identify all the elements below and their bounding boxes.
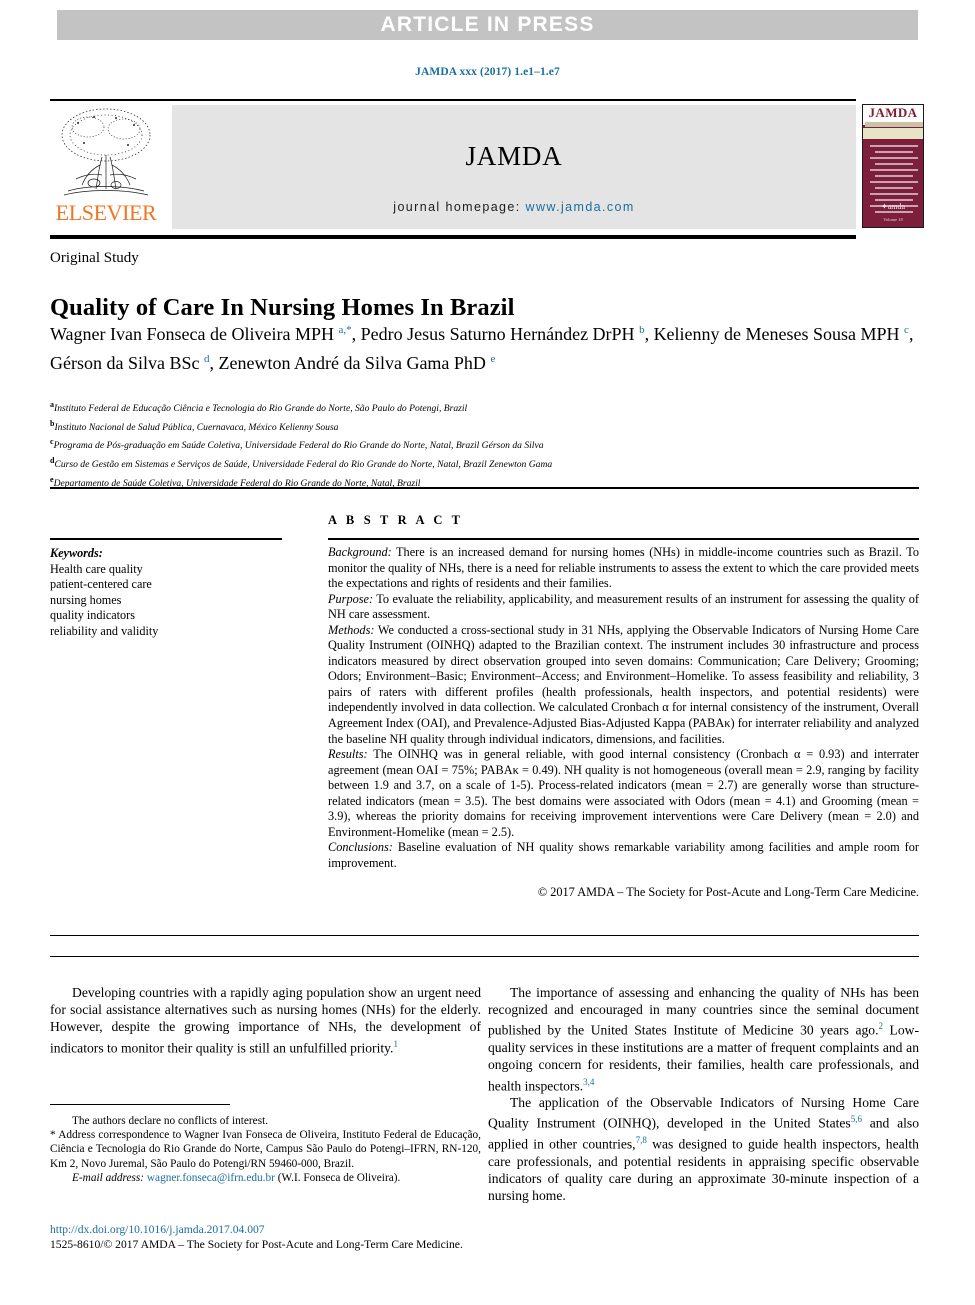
abstract-section-text: To evaluate the reliability, applicabili…: [328, 591, 919, 622]
abstract-heading: A B S T R A C T: [328, 513, 464, 527]
email-note: E-mail address: wagner.fonseca@ifrn.edu.…: [50, 1171, 481, 1185]
conflict-of-interest-note: The authors declare no conflicts of inte…: [72, 1115, 269, 1127]
affiliation-list: aInstituto Federal de Educação Ciência e…: [50, 398, 930, 491]
body-paragraph: The importance of assessing and enhancin…: [488, 985, 920, 1094]
keywords-block: Keywords: Health care quality patient-cen…: [50, 546, 285, 640]
abstract-section-label: Purpose:: [328, 591, 374, 606]
masthead-top-rule: [50, 99, 856, 101]
abstract-section-label: Results:: [328, 747, 368, 762]
cover-color-band: [863, 128, 923, 139]
author-list: Wagner Ivan Fonseca de Oliveira MPH a,*,…: [50, 324, 914, 373]
affiliation-item: bInstituto Nacional de Salud Pública, Cu…: [50, 418, 339, 433]
cover-subtitle-bar: [865, 122, 923, 127]
keyword-item: nursing homes: [50, 592, 122, 607]
abstract-section: Conclusions: Baseline evaluation of NH q…: [328, 840, 919, 871]
doi-block: http://dx.doi.org/10.1016/j.jamda.2017.0…: [50, 1222, 520, 1252]
abstract-bottom-rule: [50, 935, 919, 936]
affiliation-item: cPrograma de Pós-graduação em Saúde Cole…: [50, 437, 544, 452]
keyword-item: Health care quality: [50, 561, 143, 576]
affiliation-item: dCurso de Gestão em Sistemas e Serviços …: [50, 456, 553, 471]
reference-marker[interactable]: 1: [393, 1039, 398, 1049]
abstract-section-text: We conducted a cross-sectional study in …: [328, 622, 919, 746]
issn-copyright-line: 1525-8610/© 2017 AMDA – The Society for …: [50, 1238, 463, 1251]
affiliation-text: Instituto Nacional de Salud Pública, Cue…: [54, 421, 339, 433]
affiliation-item: aInstituto Federal de Educação Ciência e…: [50, 400, 468, 415]
email-label: E-mail address:: [72, 1171, 145, 1184]
correspondence-note: * Address correspondence to Wagner Ivan …: [50, 1128, 481, 1171]
abstract-section-text: The OINHQ was in general reliable, with …: [328, 747, 919, 839]
abstract-section: Background: There is an increased demand…: [328, 545, 919, 592]
keyword-item: quality indicators: [50, 608, 135, 623]
abstract-section-text: Baseline evaluation of NH quality shows …: [328, 840, 919, 870]
affiliation-bottom-rule: [50, 487, 919, 489]
body-paragraph: The application of the Observable Indica…: [488, 1095, 920, 1204]
abstract-copyright: © 2017 AMDA – The Society for Post-Acute…: [537, 885, 919, 900]
abstract-section: Results: The OINHQ was in general reliab…: [328, 747, 919, 840]
abstract-section-label: Conclusions:: [328, 840, 393, 855]
keyword-item: reliability and validity: [50, 623, 159, 638]
keywords-top-rule: [50, 538, 282, 540]
abstract-section-text: There is an increased demand for nursing…: [328, 545, 919, 591]
journal-cover-thumbnail: JAMDA ✦amda Volume 18: [862, 104, 924, 228]
abstract-body: Background: There is an increased demand…: [328, 545, 919, 901]
doi-link[interactable]: http://dx.doi.org/10.1016/j.jamda.2017.0…: [50, 1222, 520, 1237]
cover-amda-logo: ✦amda: [880, 202, 906, 211]
journal-name: JAMDA: [465, 141, 563, 171]
abstract-section-label: Methods:: [328, 622, 375, 637]
abstract-top-rule: [328, 538, 919, 540]
elsevier-logo: ELSEVIER: [50, 105, 162, 229]
abstract-section-label: Background:: [328, 545, 392, 559]
abstract-section: Purpose: To evaluate the reliability, ap…: [328, 592, 919, 623]
journal-homepage-label: journal homepage:: [393, 200, 521, 214]
elsevier-tree-icon: [61, 108, 151, 196]
abstract-bottom-rule-2: [50, 956, 919, 957]
keyword-item: patient-centered care: [50, 577, 152, 592]
body-column-right: The importance of assessing and enhancin…: [488, 984, 919, 1205]
cover-volume-label: Volume 18: [883, 217, 903, 222]
affiliation-text: Curso de Gestão em Sistemas e Serviços d…: [54, 459, 553, 471]
cover-journal-title: JAMDA: [868, 105, 918, 120]
journal-citation-line: JAMDA xxx (2017) 1.e1–1.e7: [415, 66, 560, 78]
reference-marker[interactable]: 2: [879, 1021, 884, 1031]
masthead-bottom-rule: [50, 235, 856, 239]
footnote-block: The authors declare no conflicts of inte…: [50, 1114, 481, 1185]
keywords-items: Health care quality patient-centered care…: [50, 562, 285, 640]
article-section-label: Original Study: [50, 250, 139, 266]
reference-marker[interactable]: 5,6: [851, 1114, 862, 1124]
journal-homepage-line: journal homepage: www.jamda.com: [172, 200, 856, 214]
article-in-press-label: ARTICLE IN PRESS: [380, 13, 595, 36]
keywords-heading: Keywords:: [50, 546, 103, 560]
cover-header-strip: JAMDA: [863, 105, 923, 127]
affiliation-text: Programa de Pós-graduação em Saúde Colet…: [53, 440, 544, 452]
affiliation-text: Instituto Federal de Educação Ciência e …: [54, 403, 468, 415]
correspondence-text: Address correspondence to Wagner Ivan Fo…: [50, 1129, 481, 1170]
article-in-press-banner: ARTICLE IN PRESS: [57, 10, 918, 40]
abstract-section: Methods: We conducted a cross-sectional …: [328, 623, 919, 747]
footnote-rule: [50, 1104, 230, 1105]
body-paragraph: Developing countries with a rapidly agin…: [50, 985, 481, 1056]
body-column-left: Developing countries with a rapidly agin…: [50, 984, 481, 1056]
journal-masthead: ELSEVIER JAMDA journal homepage: www.jam…: [50, 103, 856, 231]
reference-marker[interactable]: 7,8: [636, 1135, 647, 1145]
journal-title-band: JAMDA journal homepage: www.jamda.com: [172, 105, 856, 229]
email-owner: (W.I. Fonseca de Oliveira).: [277, 1171, 401, 1184]
reference-marker[interactable]: 3,4: [583, 1077, 594, 1087]
elsevier-wordmark: ELSEVIER: [55, 200, 157, 225]
journal-homepage-link[interactable]: www.jamda.com: [526, 200, 635, 214]
email-link[interactable]: wagner.fonseca@ifrn.edu.br: [147, 1172, 275, 1184]
